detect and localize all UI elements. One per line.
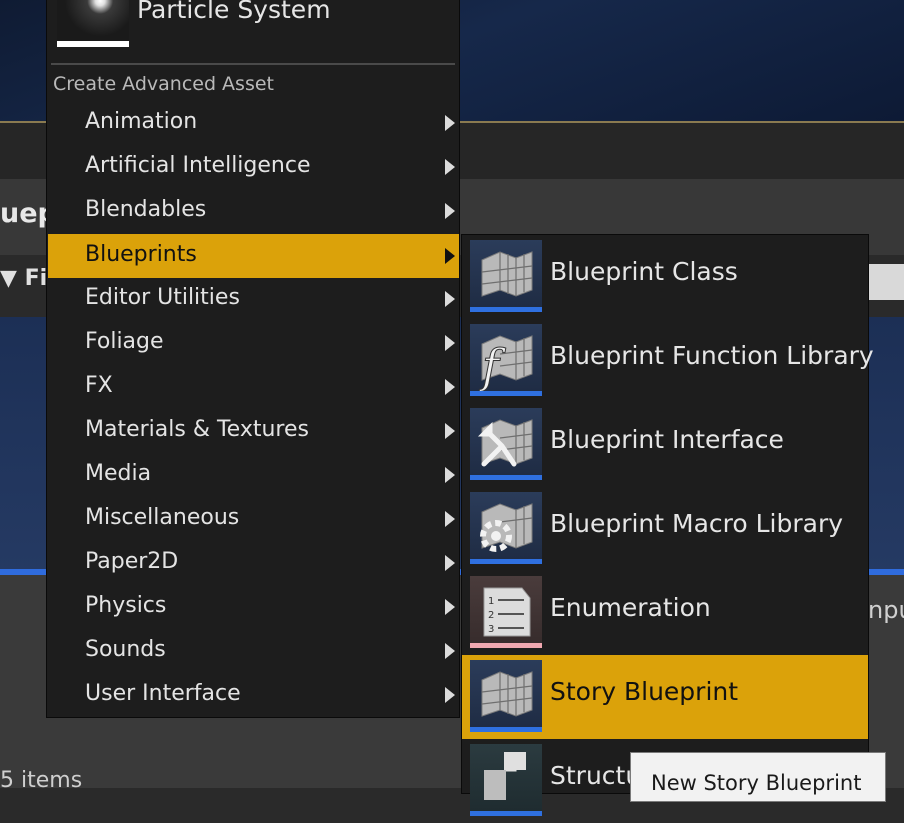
submenu-arrow-icon bbox=[445, 159, 455, 175]
submenu-item-blueprint-macro-library[interactable]: Blueprint Macro Library bbox=[462, 487, 868, 571]
submenu-arrow-icon bbox=[445, 467, 455, 483]
blueprint-interface-icon bbox=[470, 408, 542, 480]
submenu-arrow-icon bbox=[445, 248, 455, 264]
submenu-arrow-icon bbox=[445, 643, 455, 659]
submenu-arrow-icon bbox=[445, 511, 455, 527]
menu-item-label: Animation bbox=[85, 109, 198, 134]
menu-item-sounds[interactable]: Sounds bbox=[48, 629, 459, 673]
menu-item-fx[interactable]: FX bbox=[48, 365, 459, 409]
menu-item-label: Blendables bbox=[85, 197, 207, 222]
particle-system-icon bbox=[57, 0, 129, 47]
submenu-item-blueprint-function-library[interactable]: f Blueprint Function Library bbox=[462, 319, 874, 403]
content-browser-title: uepr bbox=[0, 198, 48, 229]
menu-item-label: Miscellaneous bbox=[85, 505, 240, 530]
particle-system-label: Particle System bbox=[137, 0, 331, 24]
submenu-item-story-blueprint[interactable]: Story Blueprint bbox=[462, 655, 868, 739]
submenu-arrow-icon bbox=[445, 687, 455, 703]
submenu-item-label: Blueprint Class bbox=[550, 257, 738, 286]
submenu-arrow-icon bbox=[445, 203, 455, 219]
menu-item-materials-textures[interactable]: Materials & Textures bbox=[48, 409, 459, 453]
search-field[interactable] bbox=[868, 264, 904, 300]
menu-item-blendables[interactable]: Blendables bbox=[48, 189, 459, 233]
submenu-item-blueprint-interface[interactable]: Blueprint Interface bbox=[462, 403, 868, 487]
submenu-arrow-icon bbox=[445, 555, 455, 571]
submenu-item-label: Blueprint Macro Library bbox=[550, 509, 844, 538]
tooltip: New Story Blueprint bbox=[630, 752, 886, 802]
menu-item-label: Editor Utilities bbox=[85, 285, 240, 310]
item-count: 5 items bbox=[0, 768, 83, 793]
menu-item-media[interactable]: Media bbox=[48, 453, 459, 497]
menu-item-label: Paper2D bbox=[85, 549, 179, 574]
menu-item-label: Sounds bbox=[85, 637, 166, 662]
submenu-arrow-icon bbox=[445, 335, 455, 351]
story-blueprint-icon bbox=[470, 660, 542, 732]
menu-item-foliage[interactable]: Foliage bbox=[48, 321, 459, 365]
menu-item-blueprints[interactable]: Blueprints bbox=[48, 234, 459, 278]
blueprints-submenu: Blueprint Class f Blueprint Function Lib… bbox=[461, 234, 874, 816]
menu-item-label: Media bbox=[85, 461, 152, 486]
menu-item-label: Physics bbox=[85, 593, 167, 618]
submenu-item-label: Enumeration bbox=[550, 593, 711, 622]
menu-item-physics[interactable]: Physics bbox=[48, 585, 459, 629]
submenu-arrow-icon bbox=[445, 423, 455, 439]
menu-divider bbox=[51, 63, 455, 65]
menu-item-label: Blueprints bbox=[85, 242, 197, 267]
input-label: npu bbox=[868, 596, 904, 624]
menu-item-particle-system[interactable]: Particle System bbox=[57, 0, 457, 49]
submenu-item-blueprint-class[interactable]: Blueprint Class bbox=[462, 235, 868, 319]
menu-item-user-interface[interactable]: User Interface bbox=[48, 673, 459, 717]
menu-item-artificial-intelligence[interactable]: Artificial Intelligence bbox=[48, 145, 459, 189]
filters-button[interactable]: ▼ Filt bbox=[0, 266, 48, 291]
menu-item-label: FX bbox=[85, 373, 113, 398]
enumeration-icon: 1 2 3 bbox=[470, 576, 542, 648]
menu-item-label: Materials & Textures bbox=[85, 417, 309, 442]
submenu-arrow-icon bbox=[445, 599, 455, 615]
menu-item-label: Artificial Intelligence bbox=[85, 153, 311, 178]
svg-text:3: 3 bbox=[488, 624, 494, 635]
menu-item-label: Foliage bbox=[85, 329, 164, 354]
filters-label: Filt bbox=[24, 266, 48, 291]
submenu-arrow-icon bbox=[445, 379, 455, 395]
submenu-item-label: Blueprint Function Library bbox=[550, 341, 874, 370]
create-asset-menu: Particle System Create Advanced Asset An… bbox=[46, 0, 460, 718]
structure-icon bbox=[470, 744, 542, 816]
section-header: Create Advanced Asset bbox=[53, 73, 274, 95]
submenu-item-label: Story Blueprint bbox=[550, 677, 739, 706]
tooltip-text: New Story Blueprint bbox=[651, 771, 862, 795]
submenu-arrow-icon bbox=[445, 291, 455, 307]
svg-text:2: 2 bbox=[488, 610, 494, 621]
blueprint-class-icon bbox=[470, 240, 542, 312]
filter-icon: ▼ bbox=[0, 266, 17, 291]
svg-text:1: 1 bbox=[488, 596, 494, 607]
menu-item-editor-utilities[interactable]: Editor Utilities bbox=[48, 277, 459, 321]
menu-item-miscellaneous[interactable]: Miscellaneous bbox=[48, 497, 459, 541]
submenu-item-label: Blueprint Interface bbox=[550, 425, 784, 454]
menu-item-animation[interactable]: Animation bbox=[48, 101, 459, 145]
blueprint-function-library-icon: f bbox=[470, 324, 542, 396]
menu-item-paper2d[interactable]: Paper2D bbox=[48, 541, 459, 585]
submenu-item-enumeration[interactable]: 1 2 3 Enumeration bbox=[462, 571, 868, 655]
submenu-arrow-icon bbox=[445, 115, 455, 131]
blueprint-macro-library-icon bbox=[470, 492, 542, 564]
menu-item-label: User Interface bbox=[85, 681, 241, 706]
